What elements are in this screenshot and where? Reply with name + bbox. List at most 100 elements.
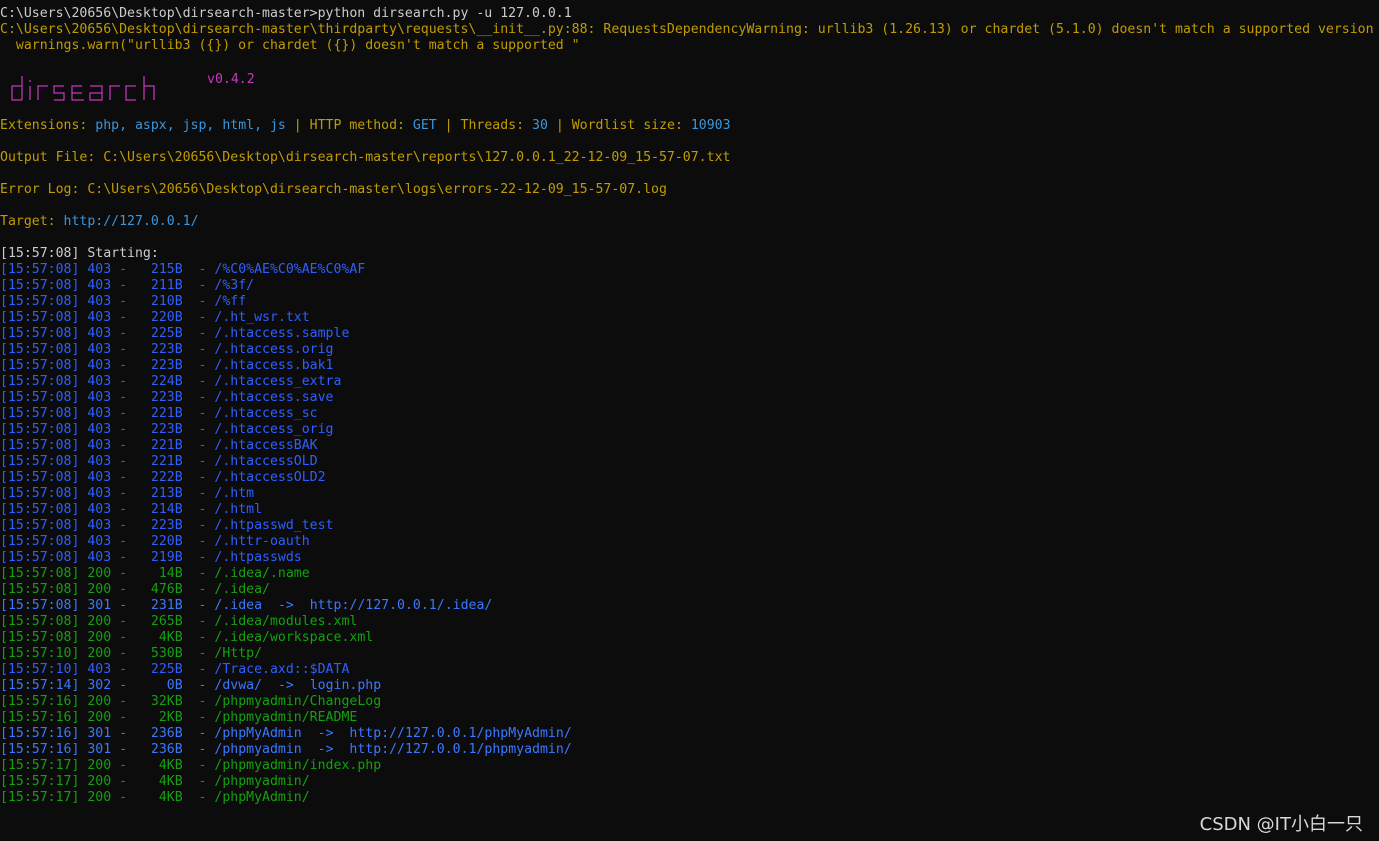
result-path: /.idea/.name [214,566,310,581]
result-size: 14B [158,566,183,581]
result-redirect: http://127.0.0.1/.idea/ [309,598,493,613]
result-row: [15:57:16] 200 - 32KB - /phpmyadmin/Chan… [0,694,382,709]
result-path: /.htaccess_orig [214,422,334,437]
result-status-code: 403 [87,406,112,421]
warning-line-1: C:\Users\20656\Desktop\dirsearch-master\… [0,22,1374,37]
result-time: [15:57:08] [0,550,80,565]
result-status-code: 403 [87,374,112,389]
result-size: 231B [150,598,183,613]
result-status-code: 403 [87,470,112,485]
result-time: [15:57:08] [0,326,80,341]
output-file-label: Output File: [0,150,104,165]
redirect-arrow: -> [317,742,334,757]
result-time: [15:57:08] [0,598,80,613]
result-path: /.idea [214,598,263,613]
terminal-window[interactable]: C:\Users\20656\Desktop\dirsearch-master>… [0,0,1379,841]
result-size: 223B [150,358,183,373]
result-size: 224B [150,374,183,389]
result-row: [15:57:10] 403 - 225B - /Trace.axd::$DAT… [0,662,350,677]
result-status-code: 200 [87,646,112,661]
result-path: /.htm [214,486,255,501]
result-row: [15:57:08] 403 - 219B - /.htpasswds [0,550,302,565]
result-row: [15:57:08] 403 - 223B - /.htaccess.orig [0,342,334,357]
result-path: /%C0%AE%C0%AE%C0%AF [214,262,366,277]
result-status-code: 403 [87,294,112,309]
result-path: /phpMyAdmin/ [214,790,310,805]
result-time: [15:57:14] [0,678,80,693]
result-size: 221B [150,438,183,453]
result-status-code: 301 [87,742,112,757]
result-row: [15:57:08] 403 - 215B - /%C0%AE%C0%AE%C0… [0,262,366,277]
result-row: [15:57:08] 200 - 476B - /.idea/ [0,582,270,597]
result-status-code: 403 [87,502,112,517]
result-time: [15:57:08] [0,390,80,405]
watermark: CSDN @IT小白一只 [1199,814,1363,835]
config-line: Extensions: php, aspx, jsp, html, js | H… [0,118,1379,134]
result-row: [15:57:08] 200 - 265B - /.idea/modules.x… [0,614,358,629]
result-size: 530B [150,646,183,661]
warning-line-2: warnings.warn("urllib3 ({}) or chardet (… [0,38,580,53]
result-time: [15:57:08] [0,294,80,309]
result-size: 236B [150,726,183,741]
result-status-code: 403 [87,390,112,405]
result-size: 210B [150,294,183,309]
result-row: [15:57:08] 403 - 221B - /.htaccessOLD [0,454,318,469]
result-status-code: 403 [87,326,112,341]
result-time: [15:57:08] [0,422,80,437]
result-row: [15:57:08] 403 - 214B - /.html [0,502,263,517]
result-size: 4KB [158,630,183,645]
separator: | [547,118,572,133]
result-time: [15:57:16] [0,710,80,725]
result-status-code: 200 [87,582,112,597]
result-time: [15:57:08] [0,566,80,581]
result-size: 225B [150,326,183,341]
result-status-code: 200 [87,758,112,773]
result-time: [15:57:17] [0,774,80,789]
result-row: [15:57:16] 301 - 236B - /phpmyadmin -> h… [0,742,572,757]
result-time: [15:57:08] [0,374,80,389]
result-time: [15:57:08] [0,454,80,469]
result-row: [15:57:08] 403 - 220B - /.ht_wsr.txt [0,310,310,325]
result-status-code: 403 [87,310,112,325]
result-status-code: 302 [87,678,112,693]
result-size: 215B [150,262,183,277]
result-path: /Http/ [214,646,263,661]
result-size: 220B [150,534,183,549]
result-row: [15:57:08] 403 - 223B - /.htaccess.bak1 [0,358,334,373]
result-row: [15:57:08] 403 - 223B - /.htpasswd_test [0,518,334,533]
result-time: [15:57:17] [0,790,80,805]
start-time: [15:57:08] [0,246,80,261]
result-path: /.idea/workspace.xml [214,630,374,645]
result-size: 225B [150,662,183,677]
result-path: /.html [214,502,263,517]
result-path: /phpmyadmin/ChangeLog [214,694,382,709]
result-status-code: 200 [87,694,112,709]
result-time: [15:57:17] [0,758,80,773]
result-row: [15:57:08] 200 - 4KB - /.idea/workspace.… [0,630,374,645]
result-time: [15:57:08] [0,502,80,517]
result-redirect: http://127.0.0.1/phpmyadmin/ [349,742,572,757]
result-path: /.htpasswd_test [214,518,334,533]
result-path: /.htaccess.sample [214,326,350,341]
result-path: /.htpasswds [214,550,302,565]
result-status-code: 301 [87,598,112,613]
result-time: [15:57:08] [0,406,80,421]
result-time: [15:57:08] [0,614,80,629]
result-size: 223B [150,422,183,437]
result-path: /phpmyadmin/ [214,774,310,789]
result-time: [15:57:16] [0,742,80,757]
target-label: Target: [0,214,64,229]
prompt-line: C:\Users\20656\Desktop\dirsearch-master>… [0,6,572,21]
starting-line: [15:57:08] Starting: [0,246,1379,262]
result-path: /phpmyadmin [214,742,302,757]
result-size: 32KB [150,694,183,709]
wordlist-value: 10903 [690,118,731,133]
extensions-label: Extensions: [0,118,96,133]
result-row: [15:57:08] 403 - 225B - /.htaccess.sampl… [0,326,350,341]
result-time: [15:57:08] [0,534,80,549]
target-url: http://127.0.0.1/ [63,214,199,229]
result-size: 223B [150,342,183,357]
output-file-path: C:\Users\20656\Desktop\dirsearch-master\… [103,150,731,165]
result-size: 265B [150,614,183,629]
result-size: 476B [150,582,183,597]
